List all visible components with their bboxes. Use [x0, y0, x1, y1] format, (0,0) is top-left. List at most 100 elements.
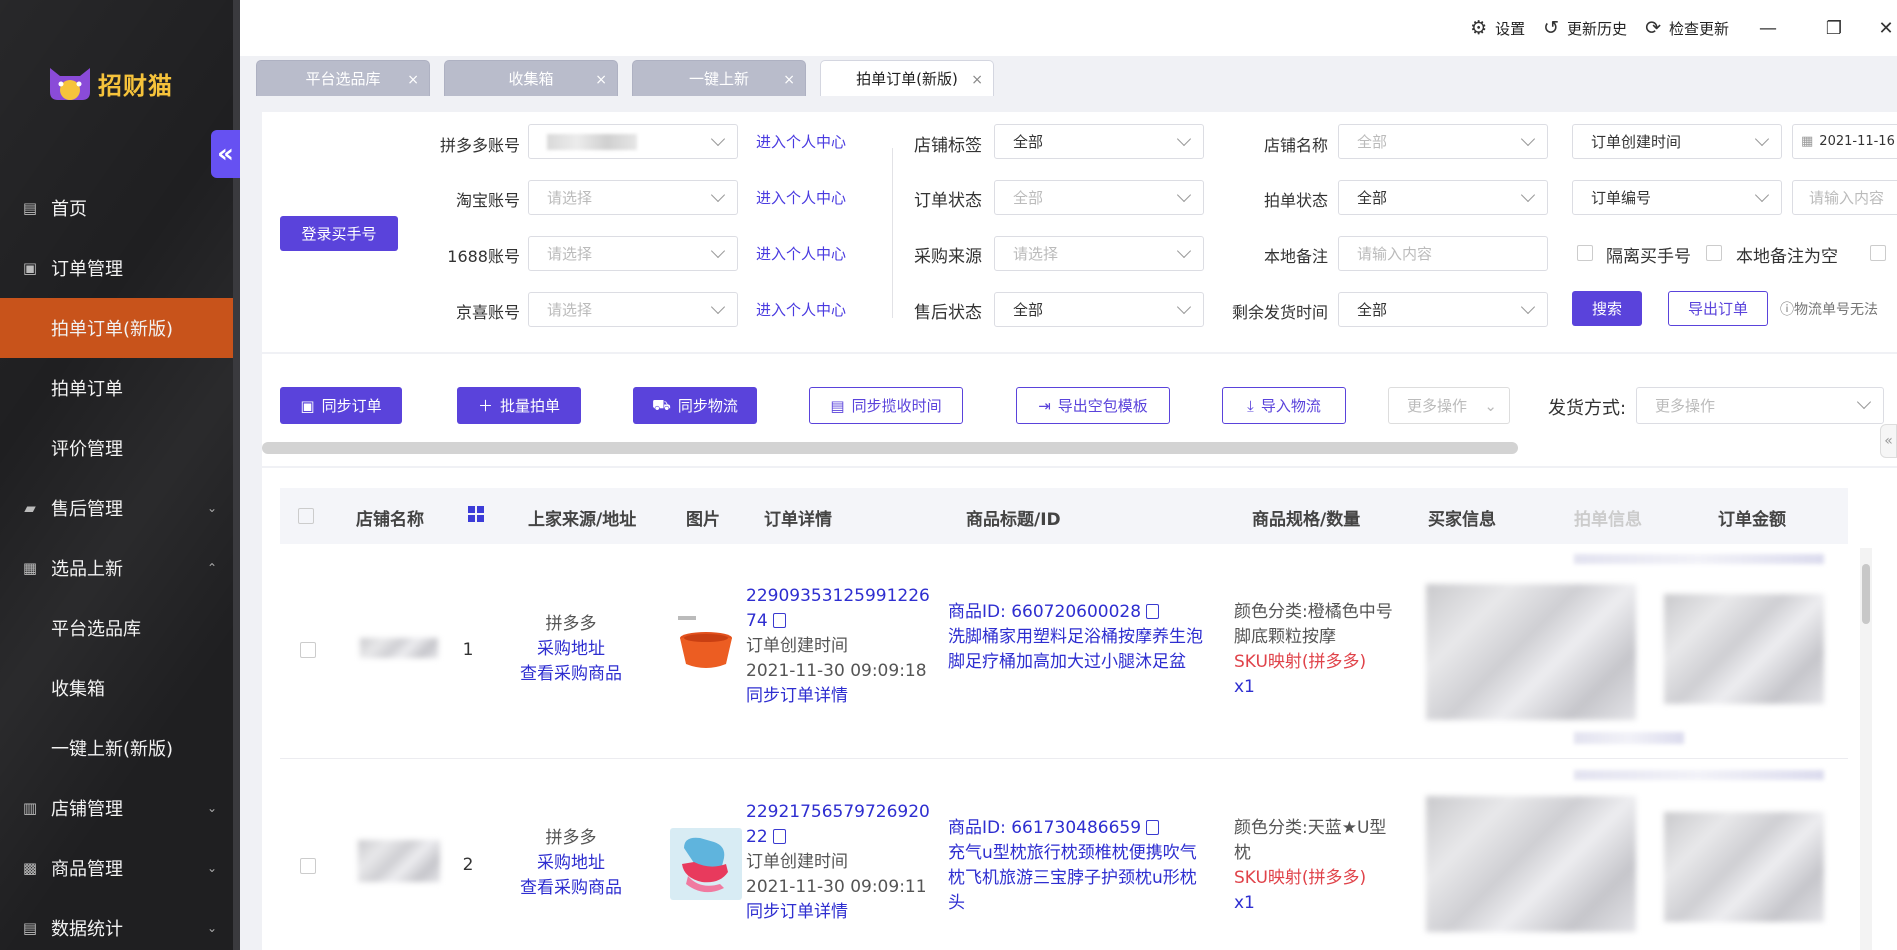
chevron-down-icon: [1176, 187, 1192, 203]
goods-title-link[interactable]: 充气u型枕旅行枕颈椎枕便携吹气枕飞机旅游三宝脖子护颈枕u形枕头: [948, 841, 1208, 916]
search-field-select[interactable]: 订单编号: [1572, 180, 1782, 215]
date-range-picker[interactable]: ▦ 2021-11-16: [1792, 124, 1897, 159]
sidebar-item-orders[interactable]: ▣ 订单管理: [0, 238, 233, 298]
more-ops-select[interactable]: 更多操作 ⌄: [1388, 387, 1510, 424]
copy-icon[interactable]: [772, 829, 786, 844]
vertical-scrollbar[interactable]: [1860, 548, 1872, 950]
sidebar-item-reviews[interactable]: 评价管理: [0, 418, 233, 478]
sidebar-item-label: 售后管理: [51, 499, 123, 520]
sync-order-detail-link[interactable]: 同步订单详情: [746, 684, 936, 709]
pdd-center-link[interactable]: 进入个人中心: [756, 131, 846, 152]
select-all-checkbox[interactable]: [298, 508, 314, 524]
sidebar-item-home[interactable]: ▤ 首页: [0, 178, 233, 238]
minimize-button[interactable]: —: [1747, 18, 1789, 39]
pdd-account-select[interactable]: [528, 124, 738, 159]
time-type-select[interactable]: 订单创建时间: [1572, 124, 1782, 159]
close-icon[interactable]: ×: [783, 72, 795, 88]
copy-icon[interactable]: [772, 613, 786, 628]
order-number-line1[interactable]: 22909353125991226: [746, 584, 936, 609]
after-sale-status-select[interactable]: 全部: [994, 292, 1204, 327]
tab-platform-lib[interactable]: 平台选品库 ×: [256, 60, 430, 96]
extra-checkbox[interactable]: [1870, 245, 1886, 261]
login-buyer-button[interactable]: 登录买手号: [280, 216, 398, 251]
close-icon[interactable]: ×: [595, 72, 607, 88]
local-note-input[interactable]: 请输入内容: [1338, 236, 1548, 271]
tab-pai-orders-new[interactable]: 拍单订单(新版) ×: [820, 60, 994, 96]
product-image[interactable]: [670, 610, 742, 682]
sidebar-item-goods[interactable]: ▩ 商品管理 ⌄: [0, 838, 233, 898]
order-amount-blurred: [1664, 812, 1824, 922]
chevron-down-icon: [710, 299, 726, 315]
export-orders-button[interactable]: 导出订单: [1668, 291, 1768, 326]
shop-name-select[interactable]: 全部: [1338, 124, 1548, 159]
sync-logistics-button[interactable]: ⛟ 同步物流: [633, 387, 757, 424]
chevron-down-icon: [710, 243, 726, 259]
order-number-line2[interactable]: 22: [746, 827, 768, 847]
product-image[interactable]: [670, 828, 742, 900]
sidebar-item-pai-orders-new[interactable]: 拍单订单(新版): [0, 298, 233, 358]
sidebar-item-label: 拍单订单: [51, 379, 123, 400]
check-update-button[interactable]: ⟳ 检查更新: [1645, 17, 1729, 39]
close-icon[interactable]: ×: [971, 72, 983, 88]
remain-ship-time-select[interactable]: 全部: [1338, 292, 1548, 327]
shop-tag-select[interactable]: 全部: [994, 124, 1204, 159]
pai-status-select[interactable]: 全部: [1338, 180, 1548, 215]
sidebar-item-one-click-new[interactable]: 一键上新(新版): [0, 718, 233, 778]
isolate-buyer-checkbox[interactable]: [1577, 245, 1593, 261]
view-purchase-goods-link[interactable]: 查看采购商品: [506, 662, 636, 687]
sync-orders-button[interactable]: ▣ 同步订单: [280, 387, 402, 424]
jx-center-link[interactable]: 进入个人中心: [756, 299, 846, 320]
purchase-address-link[interactable]: 采购地址: [506, 637, 636, 662]
sidebar-item-stats[interactable]: ▤ 数据统计 ⌄: [0, 898, 233, 950]
sidebar-item-after-sale[interactable]: ▰ 售后管理 ⌄: [0, 478, 233, 538]
sku-mapping-link[interactable]: SKU映射(拼多多): [1234, 866, 1394, 891]
row-checkbox[interactable]: [300, 858, 316, 874]
export-empty-template-button[interactable]: ⇥ 导出空包模板: [1016, 387, 1170, 424]
account-1688-select[interactable]: 请选择: [528, 236, 738, 271]
purchase-source-select[interactable]: 请选择: [994, 236, 1204, 271]
center-1688-link[interactable]: 进入个人中心: [756, 243, 846, 264]
taobao-account-select[interactable]: 请选择: [528, 180, 738, 215]
order-number-line1[interactable]: 22921756579726920: [746, 800, 936, 825]
sidebar-item-pai-orders[interactable]: 拍单订单: [0, 358, 233, 418]
row-checkbox[interactable]: [300, 642, 316, 658]
settings-button[interactable]: ⚙ 设置: [1470, 17, 1525, 39]
sidebar-item-selection[interactable]: ▦ 选品上新 ⌃: [0, 538, 233, 598]
sku-mapping-link[interactable]: SKU映射(拼多多): [1234, 650, 1394, 675]
order-status-select[interactable]: 全部: [994, 180, 1204, 215]
view-purchase-goods-link[interactable]: 查看采购商品: [506, 876, 636, 901]
horizontal-scrollbar[interactable]: [262, 442, 1518, 454]
close-icon[interactable]: ×: [407, 72, 419, 88]
goods-title-link[interactable]: 洗脚桶家用塑料足浴桶按摩养生泡脚足疗桶加高加大过小腿沐足盆: [948, 625, 1208, 675]
purchase-address-link[interactable]: 采购地址: [506, 851, 636, 876]
history-button[interactable]: ↺ 更新历史: [1543, 17, 1627, 39]
close-window-button[interactable]: ✕: [1875, 18, 1897, 39]
sidebar-item-store[interactable]: ▥ 店铺管理 ⌄: [0, 778, 233, 838]
search-button[interactable]: 搜索: [1572, 291, 1642, 326]
sidebar-collapse-button[interactable]: «: [211, 130, 240, 178]
goods-icon: ▩: [22, 859, 38, 877]
taobao-center-link[interactable]: 进入个人中心: [756, 187, 846, 208]
ship-method-select[interactable]: 更多操作: [1636, 387, 1884, 424]
sidebar-item-platform-lib[interactable]: 平台选品库: [0, 598, 233, 658]
column-settings-icon[interactable]: [468, 506, 484, 522]
import-logistics-button[interactable]: ⤓ 导入物流: [1222, 387, 1346, 424]
copy-icon[interactable]: [1146, 820, 1160, 835]
sidebar-item-collect-box[interactable]: 收集箱: [0, 658, 233, 718]
copy-icon[interactable]: [1146, 604, 1160, 619]
tab-collect-box[interactable]: 收集箱 ×: [444, 60, 618, 96]
sync-order-detail-link[interactable]: 同步订单详情: [746, 900, 936, 925]
cat-logo-icon: [50, 68, 90, 100]
jx-account-select[interactable]: 请选择: [528, 292, 738, 327]
batch-pai-button[interactable]: ＋ 批量拍单: [457, 387, 581, 424]
tab-one-click-new[interactable]: 一键上新 ×: [632, 60, 806, 96]
scrollbar-thumb[interactable]: [1862, 564, 1870, 624]
keyword-input[interactable]: 请输入内容: [1792, 180, 1897, 215]
tab-label: 拍单订单(新版): [856, 70, 958, 88]
right-collapse-button[interactable]: «: [1880, 424, 1897, 458]
sync-collect-time-button[interactable]: ▤ 同步揽收时间: [809, 387, 963, 424]
input-placeholder: 请输入内容: [1809, 189, 1885, 207]
restore-button[interactable]: ❐: [1813, 18, 1855, 39]
order-number-line2[interactable]: 74: [746, 611, 768, 631]
local-note-empty-checkbox[interactable]: [1706, 245, 1722, 261]
